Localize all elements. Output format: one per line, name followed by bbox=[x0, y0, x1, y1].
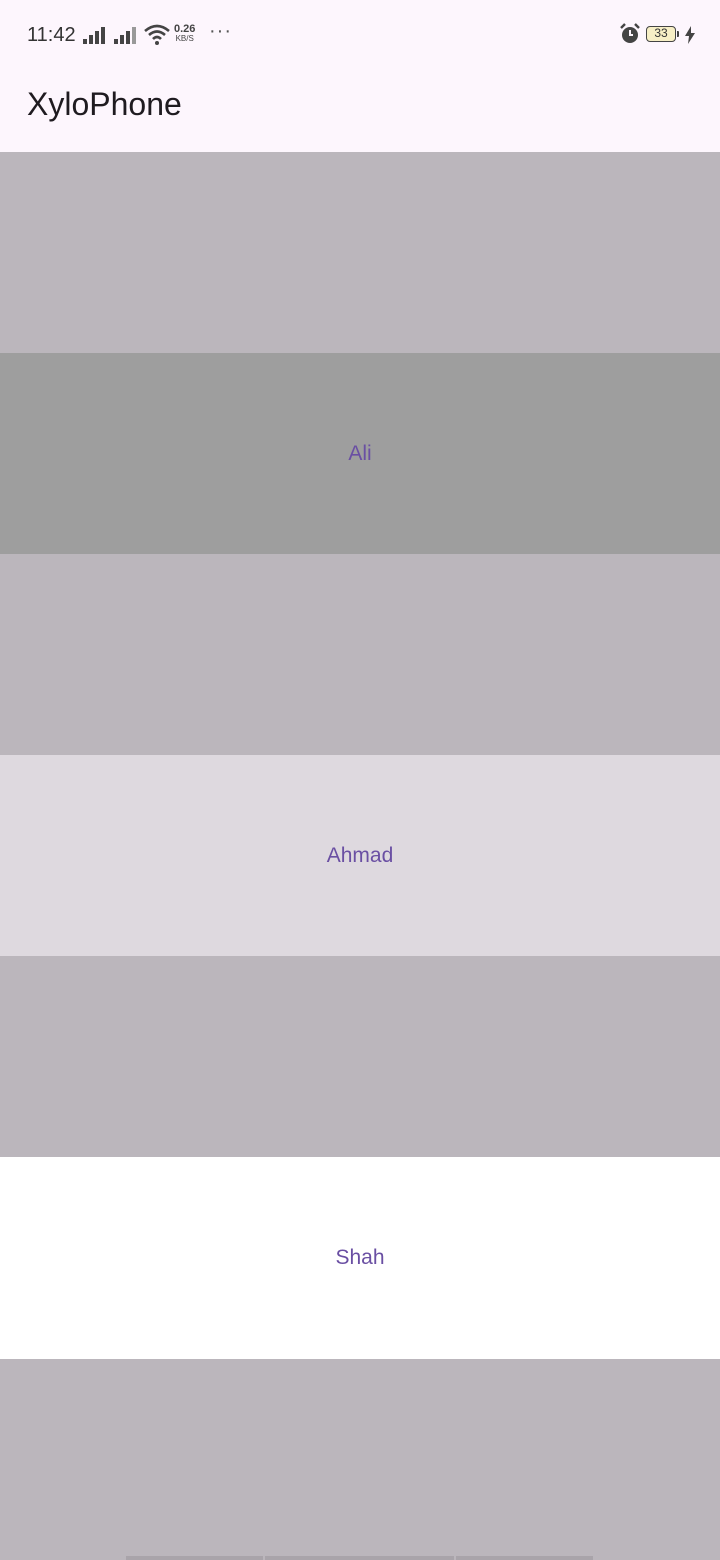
xylophone-key-3[interactable] bbox=[0, 554, 720, 755]
xylophone-key-2[interactable]: Ali bbox=[0, 353, 720, 554]
xylophone-key-6[interactable]: Shah bbox=[0, 1157, 720, 1359]
charging-icon bbox=[685, 26, 695, 44]
network-speed: 0.26 KB/S bbox=[174, 24, 195, 44]
network-speed-unit: KB/S bbox=[175, 34, 194, 43]
key-label: Shah bbox=[335, 1246, 385, 1269]
navigation-hint-bar bbox=[265, 1556, 454, 1560]
status-time: 11:42 bbox=[27, 24, 76, 46]
status-bar: 11:42 0.26 KB/S ··· 33 bbox=[0, 0, 720, 70]
alarm-icon bbox=[620, 23, 640, 43]
xylophone-key-5[interactable] bbox=[0, 956, 720, 1157]
key-label: Ali bbox=[348, 441, 372, 465]
xylophone-key-1[interactable] bbox=[0, 152, 720, 353]
xylophone-key-4[interactable]: Ahmad bbox=[0, 755, 720, 956]
navigation-hint-bar bbox=[456, 1556, 593, 1560]
page-title: XyloPhone bbox=[27, 86, 182, 122]
network-speed-value: 0.26 bbox=[174, 23, 196, 35]
xylophone-key-7[interactable] bbox=[0, 1359, 720, 1560]
app-bar: XyloPhone bbox=[0, 70, 720, 152]
signal-strength-icon bbox=[114, 27, 136, 44]
signal-strength-icon bbox=[83, 27, 105, 44]
navigation-hint-bar bbox=[126, 1556, 263, 1560]
key-label: Ahmad bbox=[326, 843, 394, 867]
battery-icon: 33 bbox=[646, 26, 679, 42]
more-notifications-icon: ··· bbox=[209, 20, 232, 42]
wifi-icon bbox=[144, 24, 170, 45]
